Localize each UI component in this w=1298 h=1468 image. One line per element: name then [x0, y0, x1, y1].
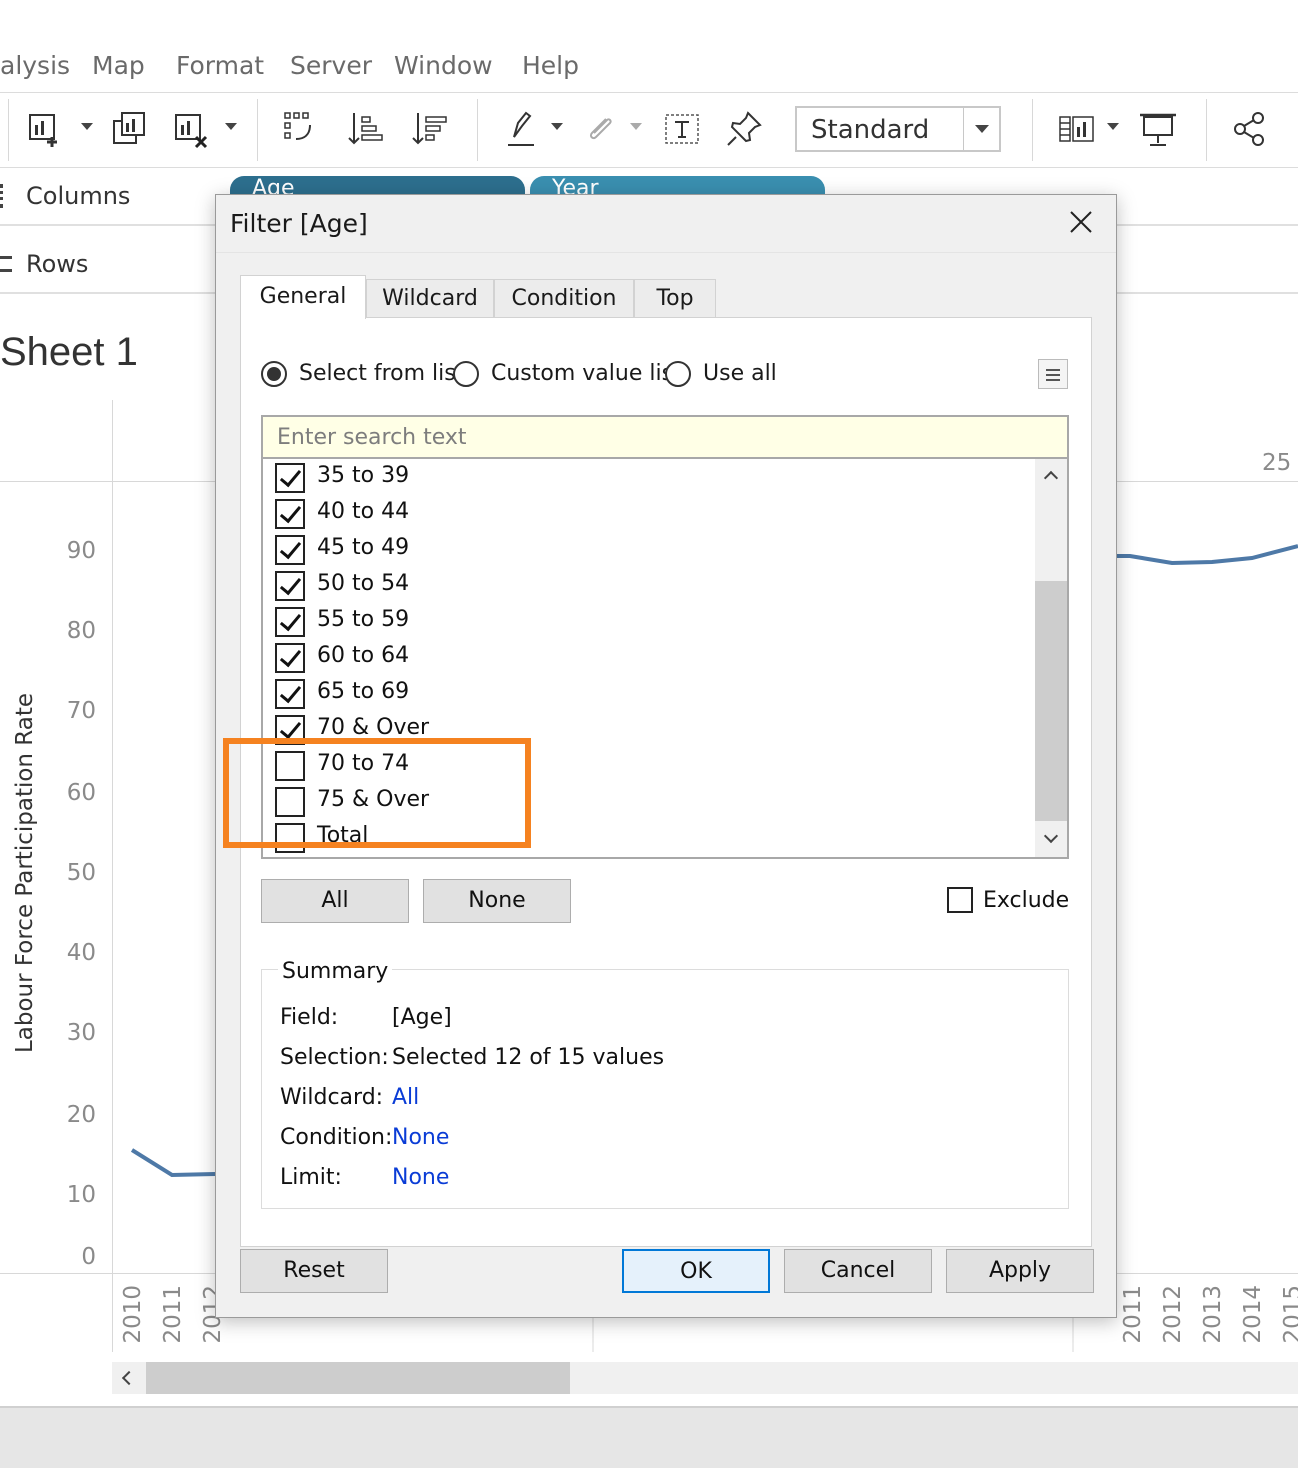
reset-button[interactable]: Reset: [240, 1249, 388, 1293]
item-label: 35 to 39: [317, 463, 410, 488]
scroll-left-icon[interactable]: [121, 1370, 137, 1386]
radio-select-from-list-label: Select from list: [299, 361, 465, 386]
summary-title: Summary: [278, 959, 393, 984]
item-checkbox[interactable]: [275, 535, 305, 565]
item-label: 65 to 69: [317, 679, 410, 704]
summary-condition-link[interactable]: None: [392, 1125, 449, 1150]
item-checkbox[interactable]: [275, 643, 305, 673]
highlight-box: [223, 738, 531, 848]
radio-custom-value-list-label: Custom value list: [491, 361, 682, 386]
summary-wildcard-key: Wildcard:: [280, 1085, 384, 1110]
ok-button[interactable]: OK: [622, 1249, 770, 1293]
summary-field-key: Field:: [280, 1005, 339, 1030]
summary-selection-value: Selected 12 of 15 values: [392, 1045, 665, 1070]
radio-custom-value-list[interactable]: [453, 361, 479, 387]
summary-limit-link[interactable]: None: [392, 1165, 449, 1190]
search-input[interactable]: Enter search text: [263, 417, 1067, 459]
item-label: 55 to 59: [317, 607, 410, 632]
status-bar: [0, 1406, 1298, 1468]
tab-top[interactable]: Top: [634, 279, 716, 317]
summary-limit-key: Limit:: [280, 1165, 342, 1190]
item-checkbox[interactable]: [275, 463, 305, 493]
horizontal-scrollbar[interactable]: [112, 1362, 1298, 1394]
item-checkbox[interactable]: [275, 607, 305, 637]
tab-general[interactable]: General: [240, 275, 366, 319]
scroll-down-icon[interactable]: [1043, 828, 1059, 844]
x-tick: 2011: [1120, 1285, 1146, 1344]
series-line-right: [1117, 544, 1298, 566]
item-label: 45 to 49: [317, 535, 410, 560]
scroll-up-icon[interactable]: [1043, 470, 1059, 486]
item-label: 60 to 64: [317, 643, 410, 668]
list-scroll-thumb[interactable]: [1035, 581, 1067, 821]
summary-selection-key: Selection:: [280, 1045, 389, 1070]
item-label: 40 to 44: [317, 499, 410, 524]
item-checkbox[interactable]: [275, 499, 305, 529]
dialog-divider: [216, 252, 1116, 253]
x-tick: 2015: [1280, 1285, 1298, 1344]
close-icon[interactable]: [1066, 209, 1096, 239]
cancel-button[interactable]: Cancel: [784, 1249, 932, 1293]
tab-wildcard[interactable]: Wildcard: [366, 279, 494, 317]
item-checkbox[interactable]: [275, 679, 305, 709]
x-tick: 2010: [120, 1285, 146, 1344]
series-line-left: [130, 1148, 216, 1178]
summary-field-value: [Age]: [392, 1005, 452, 1030]
x-tick: 2013: [1200, 1285, 1226, 1344]
none-button[interactable]: None: [423, 879, 571, 923]
exclude-checkbox[interactable]: [947, 887, 973, 913]
radio-use-all-label: Use all: [703, 361, 777, 386]
list-menu-icon[interactable]: [1038, 359, 1068, 389]
item-checkbox[interactable]: [275, 571, 305, 601]
summary-condition-key: Condition:: [280, 1125, 393, 1150]
dialog-title: Filter [Age]: [230, 209, 368, 238]
scroll-thumb[interactable]: [146, 1362, 570, 1394]
item-label: 70 & Over: [317, 715, 430, 740]
apply-button[interactable]: Apply: [946, 1249, 1094, 1293]
exclude-label: Exclude: [983, 888, 1070, 913]
item-label: 50 to 54: [317, 571, 410, 596]
radio-use-all[interactable]: [665, 361, 691, 387]
radio-select-from-list[interactable]: [261, 361, 287, 387]
tab-condition[interactable]: Condition: [494, 279, 634, 317]
summary-wildcard-link[interactable]: All: [392, 1085, 419, 1110]
list-scrollbar[interactable]: [1035, 459, 1067, 857]
x-tick: 2014: [1240, 1285, 1266, 1344]
x-tick: 2012: [1160, 1285, 1186, 1344]
x-tick: 2011: [160, 1285, 186, 1344]
all-button[interactable]: All: [261, 879, 409, 923]
